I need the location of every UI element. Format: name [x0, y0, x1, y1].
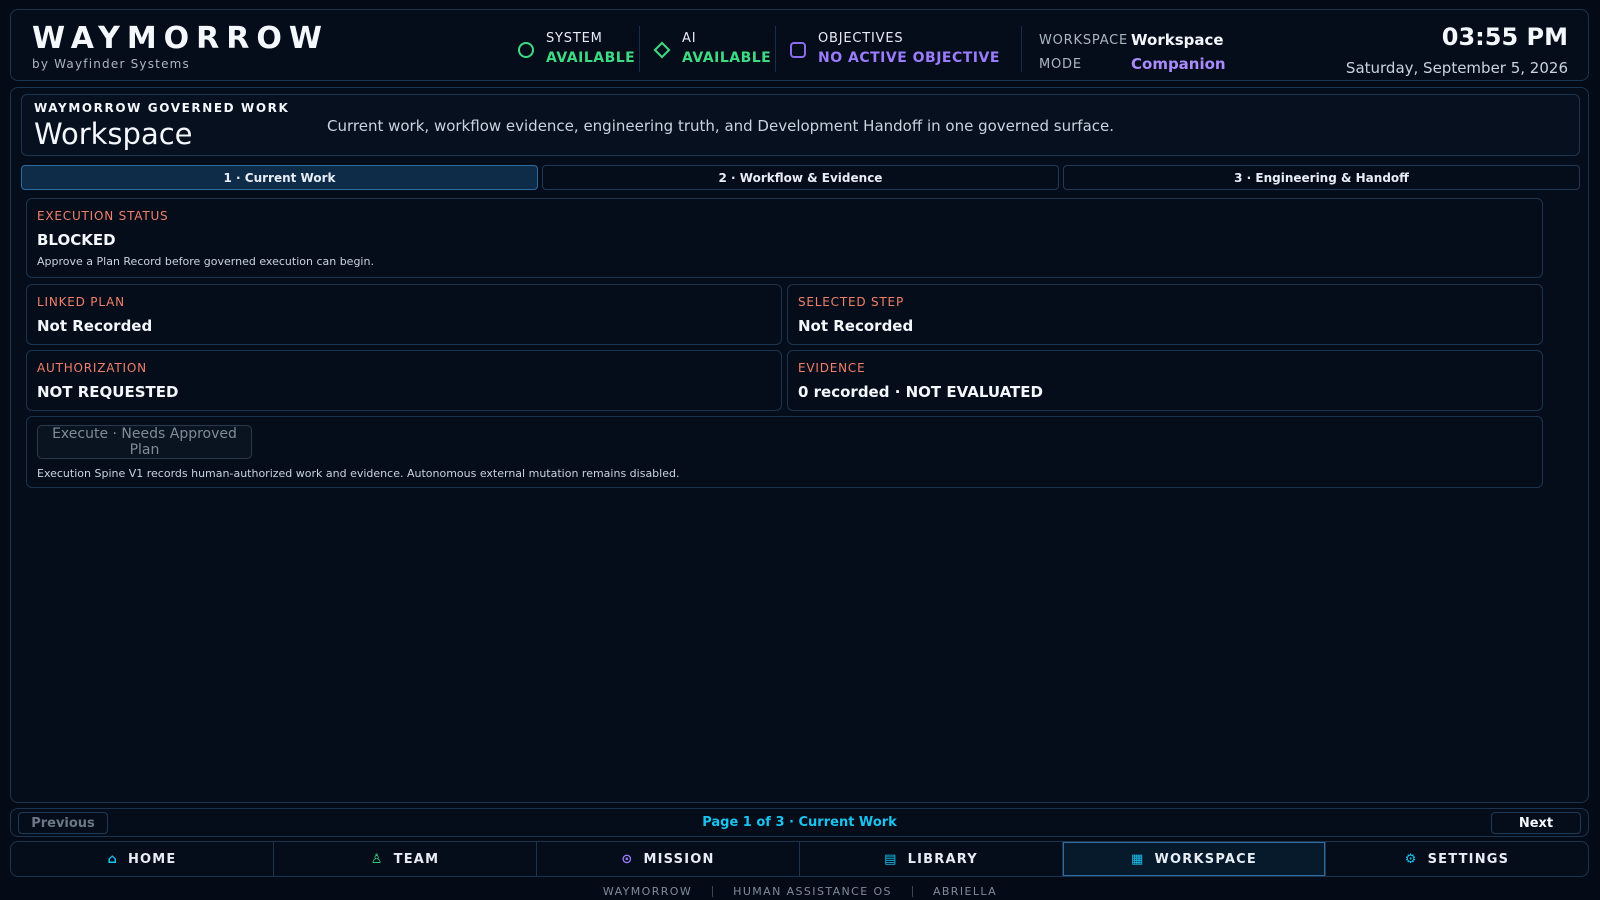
nav-settings-label: SETTINGS [1427, 851, 1510, 867]
clock-date: Saturday, September 5, 2026 [1345, 59, 1568, 77]
clock: 03:55 PM Saturday, September 5, 2026 [1346, 22, 1568, 77]
tab-workflow-evidence[interactable]: 2 · Workflow & Evidence [542, 165, 1059, 190]
pager: Previous Page 1 of 3 · Current Work Next [10, 808, 1589, 837]
nav-team[interactable]: ♙ TEAM [274, 842, 537, 876]
evidence-card: EVIDENCE 0 recorded · NOT EVALUATED [787, 350, 1543, 411]
execution-status-value: BLOCKED [37, 231, 116, 249]
execution-status-label: EXECUTION STATUS [37, 209, 169, 223]
footer-item: HUMAN ASSISTANCE OS [733, 884, 892, 898]
nav-mission-label: MISSION [643, 851, 715, 867]
brand: WAYMORROW by Wayfinder Systems [32, 21, 329, 72]
brand-name: WAYMORROW [32, 21, 329, 56]
page-title: Workspace [34, 117, 193, 151]
status-objectives: OBJECTIVES NO ACTIVE OBJECTIVE [790, 30, 1000, 69]
divider [911, 885, 913, 897]
authorization-card: AUTHORIZATION NOT REQUESTED [26, 350, 782, 411]
evidence-label: EVIDENCE [798, 361, 866, 375]
selected-step-card: SELECTED STEP Not Recorded [787, 284, 1543, 345]
book-icon: ▤ [884, 851, 898, 867]
execute-card: Execute · Needs Approved Plan Execution … [26, 416, 1543, 488]
top-header: WAYMORROW by Wayfinder Systems SYSTEM AV… [10, 9, 1589, 81]
footer-item: ABRIELLA [932, 884, 998, 898]
status-objectives-value: NO ACTIVE OBJECTIVE [818, 50, 1000, 66]
rounded-square-icon [790, 42, 806, 58]
divider [775, 26, 776, 72]
main-panel: WAYMORROW GOVERNED WORK Workspace Curren… [10, 87, 1589, 803]
nav-home[interactable]: ⌂ HOME [11, 842, 274, 876]
status-system-value: AVAILABLE [546, 50, 636, 66]
selected-step-label: SELECTED STEP [798, 295, 904, 309]
gear-icon: ⚙ [1404, 851, 1418, 867]
divider [639, 26, 640, 72]
status-objectives-label: OBJECTIVES [818, 31, 904, 46]
authorization-label: AUTHORIZATION [37, 361, 147, 375]
diamond-icon [653, 41, 671, 59]
execution-status-card: EXECUTION STATUS BLOCKED Approve a Plan … [26, 198, 1543, 278]
execute-button[interactable]: Execute · Needs Approved Plan [37, 425, 252, 459]
status-ai: AI AVAILABLE [653, 30, 772, 69]
clock-time: 03:55 PM [1441, 23, 1568, 51]
nav-settings[interactable]: ⚙ SETTINGS [1326, 842, 1588, 876]
tab-engineering-handoff[interactable]: 3 · Engineering & Handoff [1063, 165, 1580, 190]
execution-status-note: Approve a Plan Record before governed ex… [37, 255, 374, 268]
page-description: Current work, workflow evidence, enginee… [327, 117, 1115, 135]
page-indicator: Page 1 of 3 · Current Work [702, 815, 897, 830]
status-ai-value: AVAILABLE [682, 50, 772, 66]
status-system-label: SYSTEM [546, 31, 603, 46]
circle-icon [518, 42, 534, 58]
target-icon: ⊙ [621, 851, 634, 867]
nav-workspace[interactable]: ▦ WORKSPACE [1063, 842, 1326, 876]
workspace-value: Workspace [1131, 31, 1224, 49]
nav-library-label: LIBRARY [907, 851, 978, 867]
linked-plan-card: LINKED PLAN Not Recorded [26, 284, 782, 345]
nav-team-label: TEAM [393, 851, 440, 867]
execute-note: Execution Spine V1 records human-authori… [37, 467, 680, 480]
nav-mission[interactable]: ⊙ MISSION [537, 842, 800, 876]
nav-workspace-label: WORKSPACE [1154, 851, 1257, 867]
linked-plan-value: Not Recorded [37, 317, 153, 335]
divider [712, 885, 714, 897]
footer-item: WAYMORROW [602, 884, 693, 898]
authorization-value: NOT REQUESTED [37, 383, 179, 401]
nav-home-label: HOME [127, 851, 177, 867]
evidence-value: 0 recorded · NOT EVALUATED [798, 383, 1043, 401]
brand-subtitle: by Wayfinder Systems [32, 57, 190, 71]
mode-key: MODE [1039, 56, 1082, 72]
status-ai-label: AI [682, 31, 697, 46]
bottom-nav: ⌂ HOME ♙ TEAM ⊙ MISSION ▤ LIBRARY ▦ WORK… [10, 841, 1589, 877]
linked-plan-label: LINKED PLAN [37, 295, 125, 309]
person-icon: ♙ [370, 851, 384, 867]
grid-icon: ▦ [1131, 851, 1145, 867]
selected-step-value: Not Recorded [798, 317, 914, 335]
workspace-mode-block: WORKSPACE Workspace MODE Companion [1039, 28, 1226, 76]
footer: WAYMORROW HUMAN ASSISTANCE OS ABRIELLA [0, 882, 1600, 900]
next-button[interactable]: Next [1491, 812, 1581, 834]
tab-current-work[interactable]: 1 · Current Work [21, 165, 538, 190]
divider [1021, 26, 1022, 72]
status-system: SYSTEM AVAILABLE [518, 30, 635, 69]
nav-library[interactable]: ▤ LIBRARY [800, 842, 1063, 876]
workspace-key: WORKSPACE [1039, 32, 1129, 48]
tab-bar: 1 · Current Work 2 · Workflow & Evidence… [21, 165, 1580, 190]
title-card: WAYMORROW GOVERNED WORK Workspace Curren… [21, 94, 1580, 156]
page-eyebrow: WAYMORROW GOVERNED WORK [34, 101, 290, 115]
mode-value: Companion [1131, 55, 1226, 73]
home-icon: ⌂ [107, 851, 118, 867]
